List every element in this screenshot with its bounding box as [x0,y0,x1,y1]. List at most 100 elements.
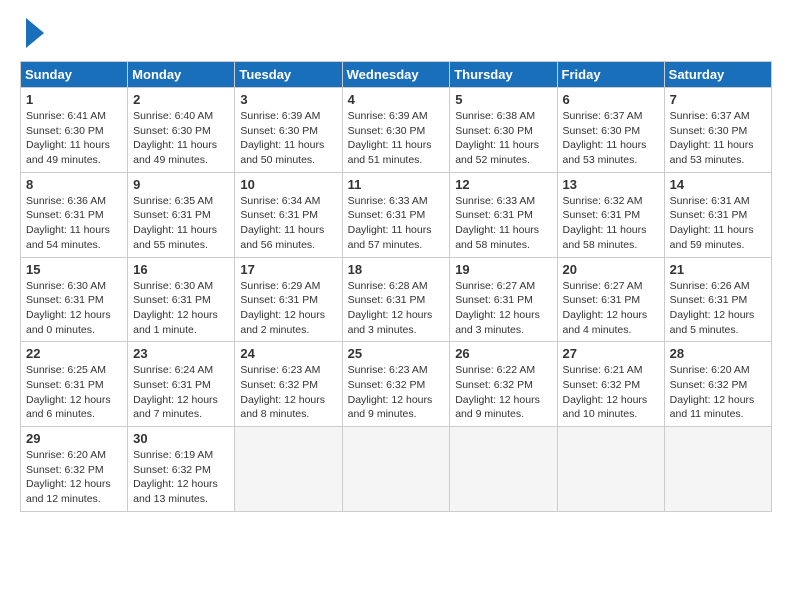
day-info: Sunrise: 6:33 AMSunset: 6:31 PMDaylight:… [348,194,445,253]
day-info: Sunrise: 6:28 AMSunset: 6:31 PMDaylight:… [348,279,445,338]
day-number: 9 [133,177,229,192]
day-number: 15 [26,262,122,277]
day-number: 23 [133,346,229,361]
day-number: 3 [240,92,336,107]
day-info: Sunrise: 6:35 AMSunset: 6:31 PMDaylight:… [133,194,229,253]
day-of-week-header: Monday [128,62,235,88]
day-of-week-header: Sunday [21,62,128,88]
day-number: 4 [348,92,445,107]
day-number: 6 [563,92,659,107]
page-header [20,16,772,53]
day-number: 10 [240,177,336,192]
day-of-week-header: Saturday [664,62,771,88]
day-info: Sunrise: 6:20 AMSunset: 6:32 PMDaylight:… [26,448,122,507]
day-number: 17 [240,262,336,277]
day-info: Sunrise: 6:37 AMSunset: 6:30 PMDaylight:… [563,109,659,168]
day-info: Sunrise: 6:36 AMSunset: 6:31 PMDaylight:… [26,194,122,253]
day-number: 11 [348,177,445,192]
calendar-cell: 21 Sunrise: 6:26 AMSunset: 6:31 PMDayligh… [664,257,771,342]
calendar-cell: 16 Sunrise: 6:30 AMSunset: 6:31 PMDayligh… [128,257,235,342]
day-of-week-header: Thursday [450,62,557,88]
calendar-cell: 20 Sunrise: 6:27 AMSunset: 6:31 PMDayligh… [557,257,664,342]
day-info: Sunrise: 6:27 AMSunset: 6:31 PMDaylight:… [455,279,551,338]
day-number: 8 [26,177,122,192]
calendar-cell: 5Sunrise: 6:38 AMSunset: 6:30 PMDaylight… [450,88,557,173]
calendar-cell: 10Sunrise: 6:34 AMSunset: 6:31 PMDayligh… [235,172,342,257]
day-of-week-header: Tuesday [235,62,342,88]
calendar-cell: 13Sunrise: 6:32 AMSunset: 6:31 PMDayligh… [557,172,664,257]
calendar-week-row: 1Sunrise: 6:41 AMSunset: 6:30 PMDaylight… [21,88,772,173]
calendar-cell: 24 Sunrise: 6:23 AMSunset: 6:32 PMDayligh… [235,342,342,427]
day-number: 24 [240,346,336,361]
calendar-week-row: 15 Sunrise: 6:30 AMSunset: 6:31 PMDayligh… [21,257,772,342]
day-number: 19 [455,262,551,277]
calendar-week-row: 29 Sunrise: 6:20 AMSunset: 6:32 PMDayligh… [21,427,772,512]
day-info: Sunrise: 6:23 AMSunset: 6:32 PMDaylight:… [240,363,336,422]
day-number: 21 [670,262,766,277]
day-number: 22 [26,346,122,361]
day-info: Sunrise: 6:37 AMSunset: 6:30 PMDaylight:… [670,109,766,168]
calendar-week-row: 8 Sunrise: 6:36 AMSunset: 6:31 PMDaylight… [21,172,772,257]
day-number: 20 [563,262,659,277]
day-number: 28 [670,346,766,361]
day-info: Sunrise: 6:40 AMSunset: 6:30 PMDaylight:… [133,109,229,168]
day-info: Sunrise: 6:20 AMSunset: 6:32 PMDaylight:… [670,363,766,422]
calendar-cell: 29 Sunrise: 6:20 AMSunset: 6:32 PMDayligh… [21,427,128,512]
day-number: 2 [133,92,229,107]
calendar-cell: 1Sunrise: 6:41 AMSunset: 6:30 PMDaylight… [21,88,128,173]
calendar-cell: 15 Sunrise: 6:30 AMSunset: 6:31 PMDayligh… [21,257,128,342]
logo [20,16,44,53]
day-number: 14 [670,177,766,192]
day-of-week-header: Friday [557,62,664,88]
logo-triangle-icon [26,18,44,53]
calendar-cell: 2 Sunrise: 6:40 AMSunset: 6:30 PMDaylight… [128,88,235,173]
day-info: Sunrise: 6:23 AMSunset: 6:32 PMDaylight:… [348,363,445,422]
calendar-cell: 12 Sunrise: 6:33 AMSunset: 6:31 PMDayligh… [450,172,557,257]
calendar-cell: 9 Sunrise: 6:35 AMSunset: 6:31 PMDaylight… [128,172,235,257]
day-info: Sunrise: 6:26 AMSunset: 6:31 PMDaylight:… [670,279,766,338]
day-number: 18 [348,262,445,277]
day-info: Sunrise: 6:19 AMSunset: 6:32 PMDaylight:… [133,448,229,507]
day-number: 29 [26,431,122,446]
calendar-cell: 7 Sunrise: 6:37 AMSunset: 6:30 PMDaylight… [664,88,771,173]
calendar-cell: 11 Sunrise: 6:33 AMSunset: 6:31 PMDayligh… [342,172,450,257]
day-info: Sunrise: 6:25 AMSunset: 6:31 PMDaylight:… [26,363,122,422]
day-info: Sunrise: 6:39 AMSunset: 6:30 PMDaylight:… [240,109,336,168]
calendar-cell: 19 Sunrise: 6:27 AMSunset: 6:31 PMDayligh… [450,257,557,342]
day-info: Sunrise: 6:33 AMSunset: 6:31 PMDaylight:… [455,194,551,253]
calendar-cell [664,427,771,512]
day-number: 25 [348,346,445,361]
calendar-cell: 4 Sunrise: 6:39 AMSunset: 6:30 PMDaylight… [342,88,450,173]
calendar-cell: 27 Sunrise: 6:21 AMSunset: 6:32 PMDayligh… [557,342,664,427]
calendar-cell [235,427,342,512]
day-info: Sunrise: 6:31 AMSunset: 6:31 PMDaylight:… [670,194,766,253]
calendar-cell: 18 Sunrise: 6:28 AMSunset: 6:31 PMDayligh… [342,257,450,342]
calendar-cell: 3 Sunrise: 6:39 AMSunset: 6:30 PMDaylight… [235,88,342,173]
calendar-cell: 28 Sunrise: 6:20 AMSunset: 6:32 PMDayligh… [664,342,771,427]
calendar-cell [450,427,557,512]
day-number: 1 [26,92,122,107]
calendar-cell: 30Sunrise: 6:19 AMSunset: 6:32 PMDayligh… [128,427,235,512]
day-info: Sunrise: 6:21 AMSunset: 6:32 PMDaylight:… [563,363,659,422]
day-info: Sunrise: 6:27 AMSunset: 6:31 PMDaylight:… [563,279,659,338]
calendar-cell: 6 Sunrise: 6:37 AMSunset: 6:30 PMDaylight… [557,88,664,173]
calendar-cell [557,427,664,512]
day-info: Sunrise: 6:39 AMSunset: 6:30 PMDaylight:… [348,109,445,168]
day-number: 12 [455,177,551,192]
day-number: 27 [563,346,659,361]
day-info: Sunrise: 6:29 AMSunset: 6:31 PMDaylight:… [240,279,336,338]
day-info: Sunrise: 6:38 AMSunset: 6:30 PMDaylight:… [455,109,551,168]
calendar-cell [342,427,450,512]
calendar-cell: 17 Sunrise: 6:29 AMSunset: 6:31 PMDayligh… [235,257,342,342]
day-info: Sunrise: 6:30 AMSunset: 6:31 PMDaylight:… [26,279,122,338]
calendar-cell: 22 Sunrise: 6:25 AMSunset: 6:31 PMDayligh… [21,342,128,427]
day-info: Sunrise: 6:30 AMSunset: 6:31 PMDaylight:… [133,279,229,338]
day-of-week-header: Wednesday [342,62,450,88]
calendar-cell: 26Sunrise: 6:22 AMSunset: 6:32 PMDayligh… [450,342,557,427]
day-info: Sunrise: 6:22 AMSunset: 6:32 PMDaylight:… [455,363,551,422]
day-number: 7 [670,92,766,107]
calendar-cell: 8 Sunrise: 6:36 AMSunset: 6:31 PMDaylight… [21,172,128,257]
calendar-cell: 14 Sunrise: 6:31 AMSunset: 6:31 PMDayligh… [664,172,771,257]
day-info: Sunrise: 6:32 AMSunset: 6:31 PMDaylight:… [563,194,659,253]
day-number: 16 [133,262,229,277]
